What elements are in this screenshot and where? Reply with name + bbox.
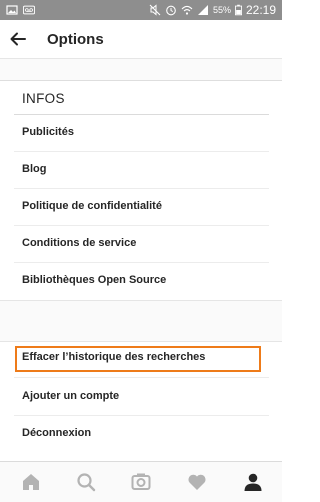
menu-item-logout[interactable]: Déconnexion <box>14 416 269 453</box>
battery-percent: 55% <box>212 5 231 15</box>
home-icon[interactable] <box>20 471 42 493</box>
section-divider <box>0 300 282 342</box>
menu-item-label: Publicités <box>22 126 74 138</box>
page-title: Options <box>47 31 104 48</box>
battery-icon <box>234 4 242 16</box>
arrow-left-icon[interactable] <box>8 29 28 49</box>
app-bar: Options <box>0 20 282 59</box>
bottom-navigation <box>0 461 282 502</box>
menu-item-publicites[interactable]: Publicités <box>14 115 269 152</box>
menu-item-add-account[interactable]: Ajouter un compte <box>14 379 269 416</box>
status-bar: 55% 22:19 <box>0 0 282 20</box>
menu-item-blog[interactable]: Blog <box>14 152 269 189</box>
menu-item-label: Effacer l’historique des recherches <box>22 351 206 363</box>
signal-icon <box>197 5 208 15</box>
options-list: INFOS Publicités Blog Politique de confi… <box>0 59 282 460</box>
section-header-infos: INFOS <box>22 91 65 106</box>
menu-item-privacy-policy[interactable]: Politique de confidentialité <box>14 189 269 226</box>
menu-item-label: Politique de confidentialité <box>22 200 162 212</box>
heart-icon[interactable] <box>186 471 208 493</box>
menu-item-label: Blog <box>22 163 47 175</box>
alarm-icon <box>166 5 176 16</box>
menu-item-open-source-libraries[interactable]: Bibliothèques Open Source <box>14 263 269 300</box>
wifi-icon <box>181 5 193 15</box>
clock: 22:19 <box>245 3 276 17</box>
menu-item-label: Bibliothèques Open Source <box>22 274 167 286</box>
menu-item-label: Ajouter un compte <box>22 390 120 402</box>
menu-item-clear-search-history[interactable]: Effacer l’historique des recherches <box>14 341 269 378</box>
voicemail-icon <box>23 5 35 15</box>
camera-icon[interactable] <box>130 471 152 493</box>
image-icon <box>6 5 18 15</box>
menu-item-terms-of-service[interactable]: Conditions de service <box>14 226 269 263</box>
mute-icon <box>149 4 161 16</box>
menu-item-label: Conditions de service <box>22 237 137 249</box>
menu-item-label: Déconnexion <box>22 427 92 439</box>
profile-icon[interactable] <box>242 471 264 493</box>
section-divider <box>0 59 282 81</box>
search-icon[interactable] <box>75 471 97 493</box>
